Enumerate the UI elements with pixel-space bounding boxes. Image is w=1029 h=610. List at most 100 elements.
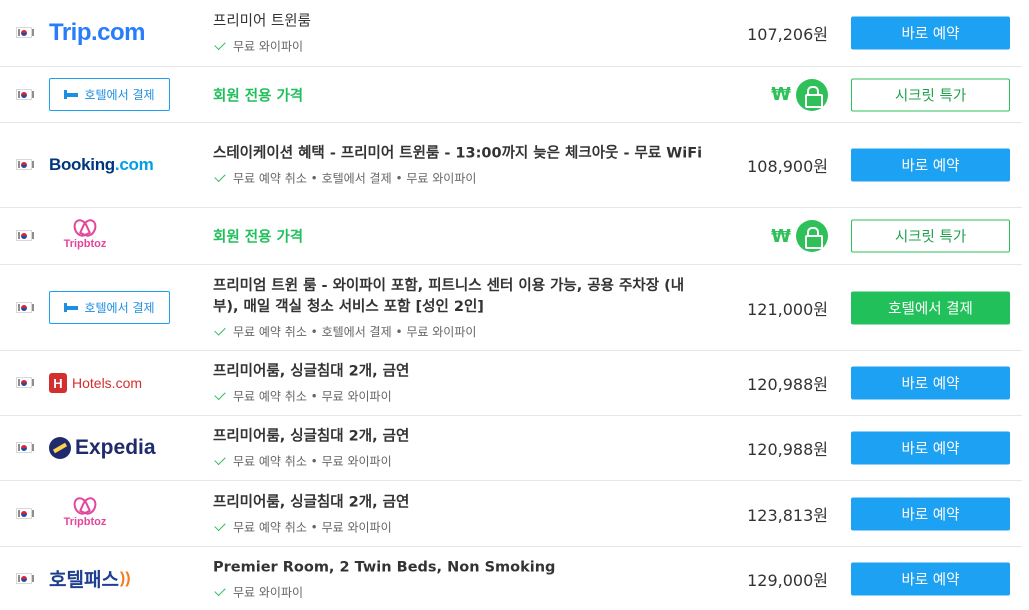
room-features: 무료 와이파이 — [213, 38, 703, 55]
south-korea-flag-icon — [16, 507, 34, 519]
room-info: Premier Room, 2 Twin Beds, Non Smoking 무… — [213, 557, 703, 600]
room-price: 107,206원 — [747, 25, 828, 44]
provider-name: Hotels.com — [72, 375, 143, 391]
lock-icon — [796, 78, 828, 111]
book-now-button[interactable]: 바로 예약 — [851, 497, 1010, 530]
expedia-logo: Expedia — [49, 436, 156, 460]
room-price: 120,988원 — [747, 375, 828, 394]
book-now-button[interactable]: 바로 예약 — [851, 366, 1010, 400]
provider-logo-hotels-com[interactable]: H Hotels.com — [49, 366, 142, 400]
room-features: 무료 예약 취소 • 무료 와이파이 — [213, 518, 703, 535]
book-now-button[interactable]: 바로 예약 — [851, 148, 1010, 182]
tripbtoz-logo-icon — [73, 497, 97, 515]
provider-logo-expedia[interactable]: Expedia — [49, 431, 156, 465]
secret-deal-button[interactable]: 시크릿 특가 — [851, 78, 1010, 111]
room-features: 무료 예약 취소 • 무료 와이파이 — [213, 388, 703, 405]
provider-hotel-pay[interactable]: 호텔에서 결제 — [49, 291, 170, 325]
book-now-button[interactable]: 바로 예약 — [851, 562, 1010, 595]
book-now-button[interactable]: 바로 예약 — [851, 16, 1010, 50]
room-info: 프리미어 트윈룸 무료 와이파이 — [213, 12, 703, 55]
room-price: 120,988원 — [747, 440, 828, 459]
member-only-price-label: 회원 전용 가격 — [213, 229, 304, 246]
hotelpass-logo: 호텔패스 )) — [49, 565, 131, 592]
hotel-pay-label: 호텔에서 결제 — [84, 88, 155, 102]
hotels-logo: H Hotels.com — [49, 373, 142, 393]
check-icon — [214, 388, 226, 401]
south-korea-flag-icon — [16, 301, 34, 313]
provider-logo-booking-com[interactable]: Booking.com — [49, 148, 154, 182]
room-price: 129,000원 — [747, 570, 828, 590]
check-icon — [214, 323, 226, 336]
room-title: 스테이케이션 혜택 - 프리미어 트윈룸 - 13:00까지 늦은 체크아웃 -… — [213, 145, 703, 162]
offer-row: Booking.com 스테이케이션 혜택 - 프리미어 트윈룸 - 13:00… — [0, 123, 1022, 208]
room-title: 프리미어룸, 싱글침대 2개, 금연 — [213, 428, 410, 445]
south-korea-flag-icon — [16, 442, 34, 453]
room-features: 무료 예약 취소 • 호텔에서 결제 • 무료 와이파이 — [213, 323, 703, 340]
room-info: 스테이케이션 혜택 - 프리미어 트윈룸 - 13:00까지 늦은 체크아웃 -… — [213, 144, 703, 187]
bed-icon — [64, 303, 79, 312]
provider-logo-tripbtoz[interactable]: Tripbtoz — [50, 497, 120, 531]
room-info: 프리미엄 트윈 룸 - 와이파이 포함, 피트니스 센터 이용 가능, 공용 주… — [213, 276, 703, 340]
hotel-pay-button[interactable]: 호텔에서 결제 — [49, 291, 170, 324]
check-icon — [214, 584, 226, 596]
feature-text: 무료 예약 취소 • 무료 와이파이 — [233, 520, 392, 534]
provider-hotel-pay[interactable]: 호텔에서 결제 — [49, 78, 170, 112]
south-korea-flag-icon — [16, 88, 34, 100]
provider-name: 호텔패스 — [49, 570, 119, 591]
offer-row: 호텔에서 결제 회원 전용 가격 ₩ 시크릿 특가 — [0, 67, 1022, 123]
offer-row: Tripbtoz 회원 전용 가격 ₩ 시크릿 특가 — [0, 208, 1022, 265]
pay-at-hotel-button[interactable]: 호텔에서 결제 — [851, 291, 1010, 324]
room-features: 무료 와이파이 — [213, 583, 703, 600]
room-price: 123,813원 — [747, 505, 828, 525]
provider-logo-tripbtoz[interactable]: Tripbtoz — [50, 219, 120, 253]
offer-row: 호텔에서 결제 프리미엄 트윈 룸 - 와이파이 포함, 피트니스 센터 이용 … — [0, 265, 1022, 351]
room-title: Premier Room, 2 Twin Beds, Non Smoking — [213, 559, 556, 575]
provider-name: Booking.com — [49, 155, 154, 174]
south-korea-flag-icon — [16, 159, 34, 170]
feature-text: 무료 예약 취소 • 무료 와이파이 — [233, 454, 392, 469]
secret-deal-button[interactable]: 시크릿 특가 — [851, 219, 1010, 253]
provider-name-suffix: .com — [114, 155, 154, 174]
provider-name: Tripbtoz — [63, 238, 107, 250]
locked-price[interactable]: ₩ — [771, 220, 828, 252]
book-now-button[interactable]: 바로 예약 — [851, 431, 1010, 465]
room-title: 프리미어 트윈룸 — [213, 13, 311, 30]
provider-logo-trip-com[interactable]: Trip.com — [49, 16, 146, 50]
feature-text: 무료 와이파이 — [233, 39, 304, 54]
room-title: 프리미어룸, 싱글침대 2개, 금연 — [213, 363, 410, 380]
south-korea-flag-icon — [16, 230, 34, 241]
offer-row: H Hotels.com 프리미어룸, 싱글침대 2개, 금연 무료 예약 취소… — [0, 351, 1022, 416]
member-only-price-label: 회원 전용 가격 — [213, 88, 304, 104]
offer-row: 호텔패스 )) Premier Room, 2 Twin Beds, Non S… — [0, 547, 1022, 610]
provider-name: Tripbtoz — [63, 515, 107, 528]
offer-list: Trip.com 프리미어 트윈룸 무료 와이파이 107,206원 바로 예약… — [0, 0, 1029, 610]
lock-icon — [796, 220, 828, 252]
hotels-logo-icon: H — [49, 373, 67, 393]
room-features: 무료 예약 취소 • 호텔에서 결제 • 무료 와이파이 — [213, 170, 703, 187]
south-korea-flag-icon — [16, 572, 34, 584]
feature-text: 무료 와이파이 — [233, 585, 304, 599]
room-info: 프리미어룸, 싱글침대 2개, 금연 무료 예약 취소 • 무료 와이파이 — [213, 427, 703, 470]
room-info: 회원 전용 가격 — [213, 84, 703, 105]
tripbtoz-logo-icon — [73, 219, 97, 237]
check-icon — [214, 519, 226, 531]
room-price: 108,900원 — [747, 157, 828, 176]
expedia-logo-icon — [49, 437, 71, 459]
room-title: 프리미엄 트윈 룸 - 와이파이 포함, 피트니스 센터 이용 가능, 공용 주… — [213, 277, 685, 315]
check-icon — [214, 170, 226, 183]
locked-price[interactable]: ₩ — [771, 78, 828, 111]
hotel-pay-button[interactable]: 호텔에서 결제 — [49, 78, 170, 111]
check-icon — [214, 453, 226, 466]
provider-name: Trip.com — [49, 19, 146, 46]
provider-logo-hotelpass[interactable]: 호텔패스 )) — [49, 562, 131, 596]
offer-row: Expedia 프리미어룸, 싱글침대 2개, 금연 무료 예약 취소 • 무료… — [0, 416, 1022, 481]
feature-text: 무료 예약 취소 • 호텔에서 결제 • 무료 와이파이 — [233, 171, 477, 186]
room-price: 121,000원 — [747, 299, 828, 319]
offer-row: Tripbtoz 프리미어룸, 싱글침대 2개, 금연 무료 예약 취소 • 무… — [0, 481, 1022, 547]
bed-icon — [64, 90, 79, 99]
feature-text: 무료 예약 취소 • 호텔에서 결제 • 무료 와이파이 — [233, 324, 477, 339]
room-title: 프리미어룸, 싱글침대 2개, 금연 — [213, 494, 410, 510]
room-features: 무료 예약 취소 • 무료 와이파이 — [213, 453, 703, 470]
room-info: 회원 전용 가격 — [213, 226, 703, 247]
provider-name: Expedia — [75, 436, 156, 459]
